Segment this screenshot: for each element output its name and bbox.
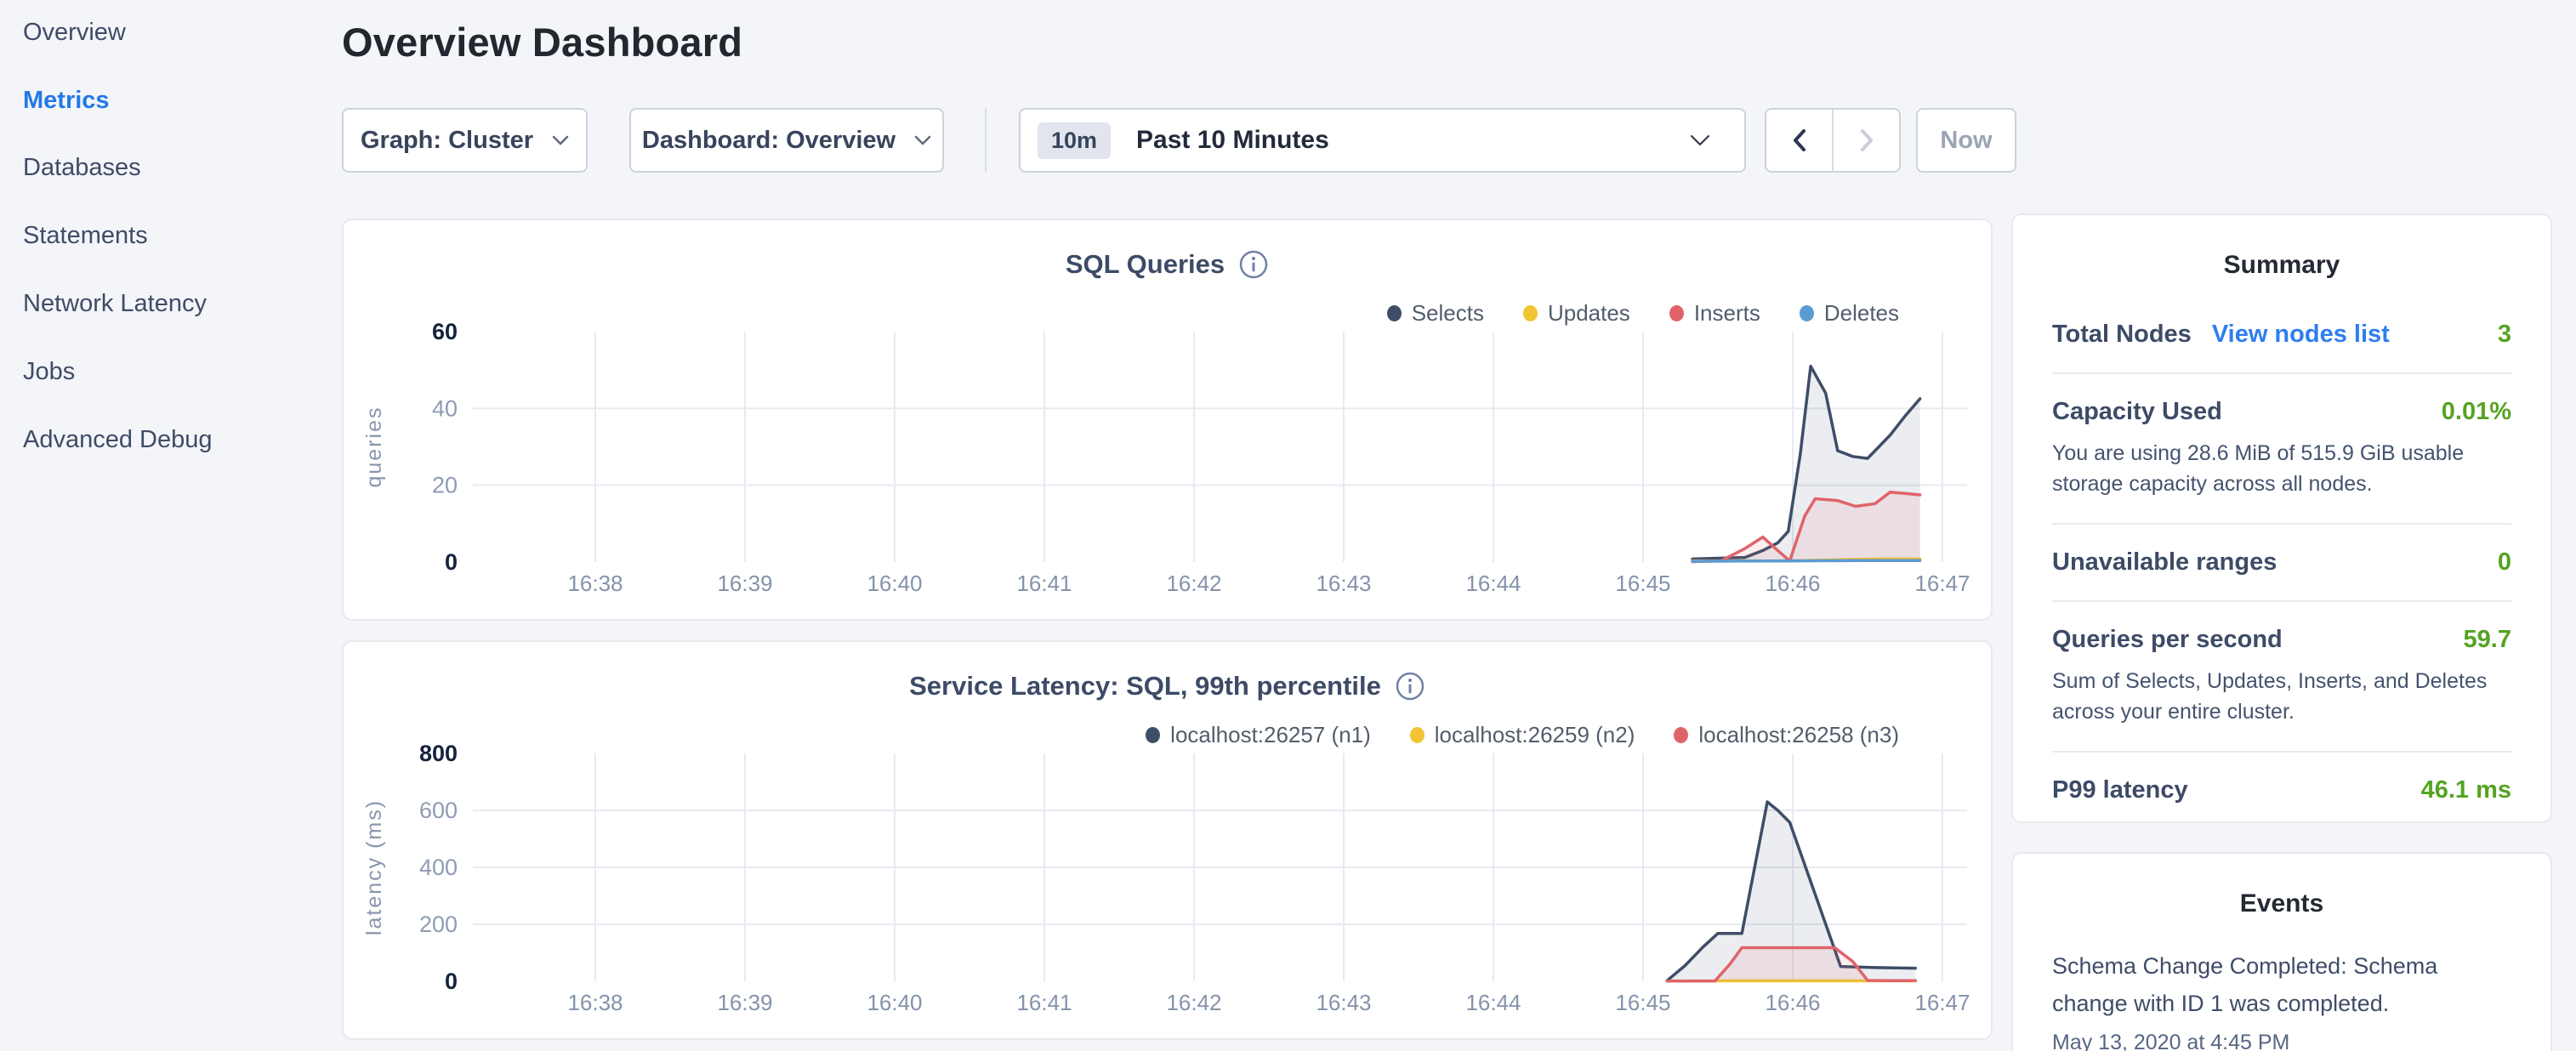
unavailable-ranges-label: Unavailable ranges (2052, 548, 2277, 577)
x-axis-tick: 16:39 (717, 990, 772, 1015)
x-axis-tick: 16:43 (1316, 990, 1371, 1015)
x-axis-tick: 16:41 (1016, 990, 1072, 1015)
p99-latency-value: 46.1 ms (2421, 776, 2511, 804)
time-range-label: Past 10 Minutes (1136, 126, 1690, 155)
toolbar-divider (985, 108, 987, 173)
x-axis-tick: 16:41 (1016, 571, 1072, 596)
sidebar-item-overview[interactable]: Overview (23, 14, 126, 51)
capacity-used-value: 0.01% (2442, 398, 2511, 426)
divider (2052, 600, 2511, 602)
time-range-badge: 10m (1038, 122, 1111, 159)
divider (2052, 372, 2511, 374)
now-button[interactable]: Now (1916, 108, 2016, 173)
x-axis-tick: 16:46 (1765, 571, 1820, 596)
summary-title: Summary (2013, 215, 2550, 280)
queries-per-second-label: Queries per second (2052, 626, 2283, 654)
x-axis-tick: 16:45 (1615, 571, 1670, 596)
prev-time-button[interactable] (1766, 110, 1832, 171)
p99-latency-label: P99 latency (2052, 776, 2188, 804)
dashboard-dropdown-label: Dashboard: Overview (642, 127, 896, 155)
total-nodes-label: Total Nodes (2052, 321, 2192, 349)
graph-dropdown-label: Graph: Cluster (361, 127, 533, 155)
y-axis-tick: 0 (445, 549, 458, 575)
chevron-down-icon (1690, 134, 1710, 146)
sidebar-item-network-latency[interactable]: Network Latency (23, 285, 207, 322)
page-title: Overview Dashboard (342, 19, 742, 65)
sidebar-item-jobs[interactable]: Jobs (23, 353, 75, 390)
view-nodes-list-link[interactable]: View nodes list (2212, 321, 2390, 349)
x-axis-tick: 16:42 (1166, 990, 1221, 1015)
y-axis-tick: 600 (419, 798, 458, 823)
x-axis-tick: 16:40 (867, 571, 922, 596)
sidebar: Overview Metrics Databases Statements Ne… (0, 0, 342, 1051)
unavailable-ranges-value: 0 (2498, 548, 2511, 577)
time-step-buttons (1765, 108, 1901, 173)
sql-queries-chart-card: SQL Queries SelectsUpdatesInsertsDeletes… (342, 219, 1993, 621)
total-nodes-value: 3 (2498, 321, 2511, 349)
sql-queries-chart-plot[interactable]: 16:38 16:39 16:40 16:41 16:42 16:43 16:44 16:45… (344, 220, 1994, 622)
y-axis-tick: 40 (432, 395, 458, 421)
y-axis-label: queries (362, 406, 386, 488)
y-axis-tick: 20 (432, 473, 458, 498)
x-axis-tick: 16:40 (867, 990, 922, 1015)
y-axis-tick: 400 (419, 855, 458, 880)
y-axis-label: latency (ms) (362, 799, 386, 935)
chevron-down-icon (914, 135, 931, 145)
event-message: Schema Change Completed: Schema change w… (2013, 947, 2550, 1022)
x-axis-tick: 16:44 (1465, 571, 1521, 596)
x-axis-tick: 16:44 (1465, 990, 1521, 1015)
sidebar-item-statements[interactable]: Statements (23, 217, 148, 254)
capacity-used-description: You are using 28.6 MiB of 515.9 GiB usab… (2052, 438, 2511, 499)
service-latency-chart-plot[interactable]: 16:38 16:39 16:40 16:41 16:42 16:43 16:44 16:45… (344, 642, 1994, 1042)
x-axis-tick: 16:39 (717, 571, 772, 596)
chevron-right-icon (1859, 128, 1874, 152)
queries-per-second-description: Sum of Selects, Updates, Inserts, and De… (2052, 666, 2511, 727)
y-axis-tick: 60 (432, 319, 458, 344)
x-axis-tick: 16:47 (1914, 990, 1970, 1015)
divider (2052, 751, 2511, 753)
time-range-dropdown[interactable]: 10m Past 10 Minutes (1019, 108, 1746, 173)
service-latency-chart-card: Service Latency: SQL, 99th percentile lo… (342, 640, 1993, 1040)
event-timestamp: May 13, 2020 at 4:45 PM (2013, 1022, 2550, 1051)
divider (2052, 523, 2511, 525)
dashboard-dropdown[interactable]: Dashboard: Overview (629, 108, 944, 173)
x-axis-tick: 16:45 (1615, 990, 1670, 1015)
events-panel: Events Schema Change Completed: Schema c… (2011, 852, 2552, 1051)
graph-dropdown[interactable]: Graph: Cluster (342, 108, 588, 173)
sidebar-item-metrics[interactable]: Metrics (23, 82, 110, 119)
series-line (1692, 560, 1920, 561)
x-axis-tick: 16:46 (1765, 990, 1820, 1015)
summary-panel: Summary Total Nodes View nodes list 3 Ca… (2011, 213, 2552, 823)
x-axis-tick: 16:38 (567, 571, 623, 596)
sidebar-item-advanced-debug[interactable]: Advanced Debug (23, 421, 213, 458)
x-axis-tick: 16:47 (1914, 571, 1970, 596)
x-axis-tick: 16:42 (1166, 571, 1221, 596)
chevron-down-icon (552, 135, 569, 145)
x-axis-tick: 16:43 (1316, 571, 1371, 596)
x-axis-tick: 16:38 (567, 990, 623, 1015)
queries-per-second-value: 59.7 (2464, 626, 2511, 654)
y-axis-tick: 200 (419, 912, 458, 937)
chevron-left-icon (1792, 128, 1807, 152)
events-title: Events (2013, 854, 2550, 918)
capacity-used-label: Capacity Used (2052, 398, 2222, 426)
next-time-button[interactable] (1832, 110, 1899, 171)
y-axis-tick: 800 (419, 741, 458, 766)
y-axis-tick: 0 (445, 969, 458, 994)
sidebar-item-databases[interactable]: Databases (23, 149, 141, 186)
